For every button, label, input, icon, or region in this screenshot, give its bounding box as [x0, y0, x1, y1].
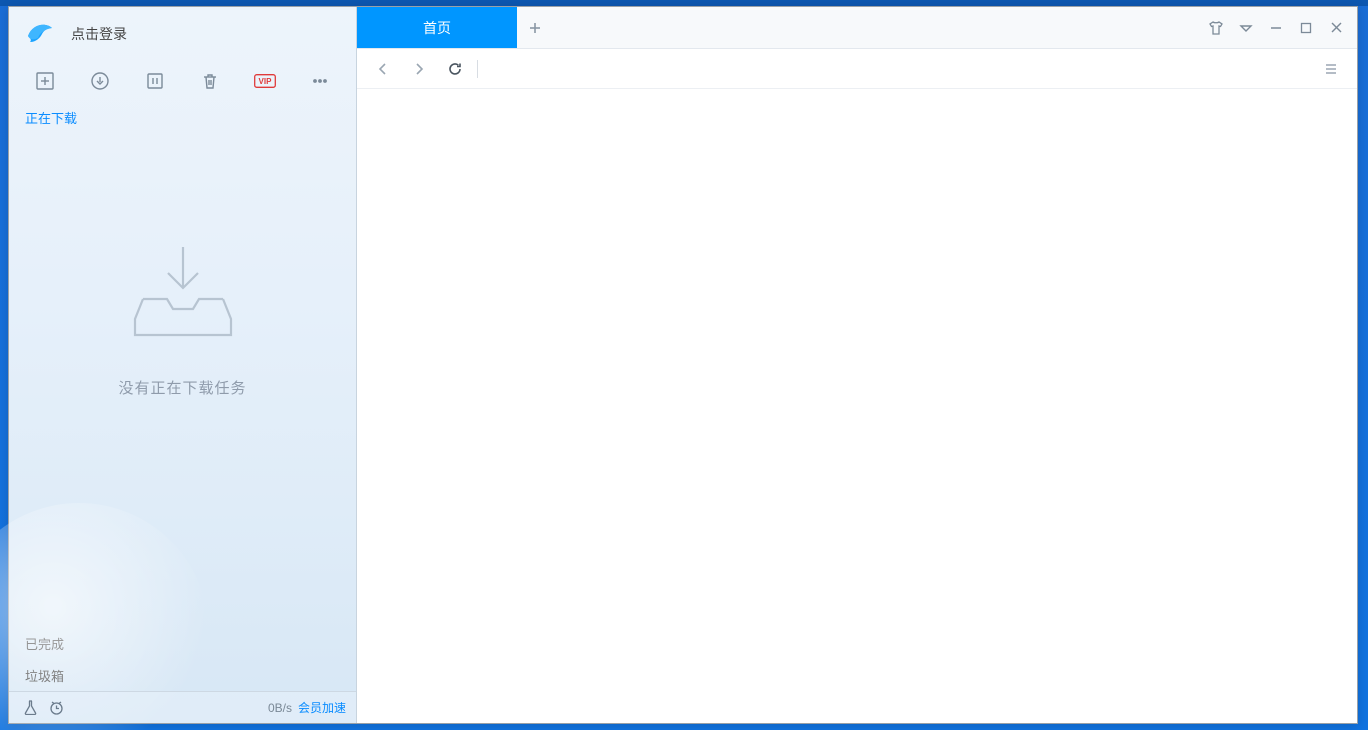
new-task-button[interactable]	[17, 63, 72, 99]
scheduler-icon[interactable]	[45, 697, 67, 719]
new-tab-button[interactable]	[517, 7, 553, 48]
speed-label: 0B/s	[268, 701, 292, 715]
sidebar-body: 没有正在下载任务	[9, 133, 356, 627]
address-separator	[477, 60, 478, 78]
category-downloading-label: 正在下载	[25, 108, 77, 127]
tab-home[interactable]: 首页	[357, 7, 517, 48]
sidebar-toolbar: VIP	[9, 61, 356, 101]
browser-content	[357, 89, 1357, 723]
main-panel: 首页	[357, 7, 1357, 723]
tab-bar: 首页	[357, 7, 1357, 49]
category-downloading[interactable]: 正在下载	[9, 101, 356, 133]
app-window: 点击登录	[8, 6, 1358, 724]
category-trash[interactable]: 垃圾箱	[9, 659, 356, 691]
login-label: 点击登录	[71, 24, 127, 44]
nav-back-button[interactable]	[365, 51, 401, 87]
category-completed[interactable]: 已完成	[9, 627, 356, 659]
vip-button[interactable]: VIP	[238, 63, 293, 99]
skin-button[interactable]	[1201, 7, 1231, 49]
category-completed-label: 已完成	[25, 634, 64, 653]
vip-accelerate-link[interactable]: 会员加速	[298, 699, 346, 716]
mode-dropdown-button[interactable]	[1231, 7, 1261, 49]
category-trash-label: 垃圾箱	[25, 666, 64, 685]
nav-bar	[357, 49, 1357, 89]
window-controls	[1201, 7, 1357, 48]
more-button[interactable]	[293, 63, 348, 99]
sidebar: 点击登录	[9, 7, 357, 723]
svg-text:VIP: VIP	[259, 77, 273, 86]
nav-reload-button[interactable]	[437, 51, 473, 87]
logo-bird-icon	[23, 17, 57, 51]
minimize-button[interactable]	[1261, 7, 1291, 49]
tab-home-label: 首页	[423, 18, 451, 38]
nav-menu-button[interactable]	[1313, 51, 1349, 87]
start-button[interactable]	[72, 63, 127, 99]
empty-state: 没有正在下载任务	[9, 243, 356, 398]
empty-tray-icon	[128, 243, 238, 343]
delete-button[interactable]	[183, 63, 238, 99]
status-bar: 0B/s 会员加速	[9, 691, 356, 723]
pause-button[interactable]	[127, 63, 182, 99]
lab-icon[interactable]	[19, 697, 41, 719]
nav-forward-button[interactable]	[401, 51, 437, 87]
maximize-button[interactable]	[1291, 7, 1321, 49]
empty-message: 没有正在下载任务	[118, 377, 246, 398]
close-button[interactable]	[1321, 7, 1351, 49]
login-button[interactable]: 点击登录	[9, 7, 356, 61]
